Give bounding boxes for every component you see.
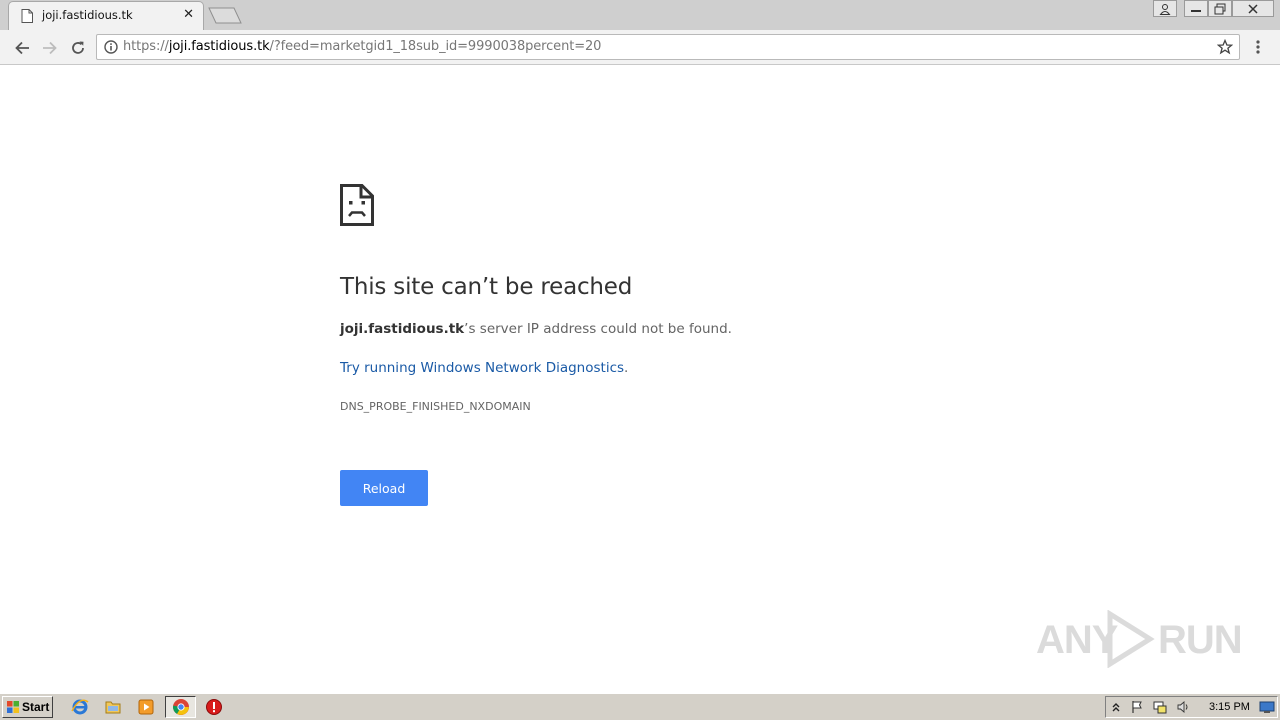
error-message-text: ’s server IP address could not be found. bbox=[464, 321, 732, 337]
diagnostics-period: . bbox=[624, 360, 629, 376]
media-player-icon[interactable] bbox=[137, 698, 155, 716]
browser-tab[interactable]: joji.fastidious.tk ✕ bbox=[8, 1, 204, 30]
forward-arrow-icon[interactable] bbox=[40, 38, 60, 58]
clock[interactable]: 3:15 PM bbox=[1209, 701, 1250, 713]
system-tray: 3:15 PM bbox=[1105, 696, 1278, 718]
watermark-logo: ANY RUN bbox=[1036, 606, 1243, 670]
error-host: joji.fastidious.tk bbox=[340, 321, 465, 337]
internet-explorer-icon[interactable] bbox=[71, 698, 89, 716]
error-message: joji.fastidious.tk’s server IP address c… bbox=[340, 321, 732, 337]
chrome-taskbar-button[interactable] bbox=[165, 696, 196, 718]
url-text[interactable]: https://joji.fastidious.tk/?feed=marketg… bbox=[123, 39, 601, 54]
error-code: DNS_PROBE_FINISHED_NXDOMAIN bbox=[340, 400, 531, 413]
reload-icon[interactable] bbox=[68, 38, 88, 58]
network-icon[interactable] bbox=[1153, 700, 1167, 714]
show-hidden-icon[interactable] bbox=[1109, 700, 1123, 714]
taskbar: Start 3:15 PM bbox=[0, 693, 1280, 720]
star-icon[interactable] bbox=[1217, 39, 1233, 55]
url-scheme: https:// bbox=[123, 39, 169, 54]
chrome-icon bbox=[172, 699, 189, 715]
back-arrow-icon[interactable] bbox=[12, 38, 32, 58]
new-tab-button[interactable] bbox=[208, 7, 242, 24]
info-icon[interactable] bbox=[104, 40, 118, 54]
url-path: /?feed=marketgid1_18sub_id=9990038percen… bbox=[269, 39, 602, 54]
url-host: joji.fastidious.tk bbox=[168, 39, 270, 54]
stop-icon[interactable] bbox=[205, 698, 223, 716]
address-bar[interactable]: https://joji.fastidious.tk/?feed=marketg… bbox=[96, 34, 1240, 60]
play-logo-icon bbox=[1107, 610, 1155, 668]
diagnostics-link[interactable]: Try running Windows Network Diagnostics bbox=[340, 360, 624, 376]
windows-logo-icon bbox=[7, 701, 19, 713]
tab-close-icon[interactable]: ✕ bbox=[183, 8, 194, 22]
restore-icon[interactable] bbox=[1208, 0, 1232, 17]
user-icon[interactable] bbox=[1153, 0, 1177, 17]
kebab-menu-icon[interactable] bbox=[1252, 38, 1264, 56]
error-title: This site can’t be reached bbox=[340, 274, 633, 300]
sad-page-icon bbox=[340, 184, 374, 226]
start-button[interactable]: Start bbox=[2, 696, 53, 718]
folder-icon[interactable] bbox=[104, 698, 122, 716]
show-desktop-icon[interactable] bbox=[1259, 700, 1275, 714]
flag-icon[interactable] bbox=[1130, 700, 1144, 714]
start-label: Start bbox=[22, 700, 50, 714]
close-icon[interactable] bbox=[1232, 0, 1274, 17]
tab-title: joji.fastidious.tk bbox=[42, 8, 133, 22]
diagnostics-link-row: Try running Windows Network Diagnostics. bbox=[340, 360, 628, 376]
browser-toolbar: https://joji.fastidious.tk/?feed=marketg… bbox=[0, 30, 1280, 65]
page-icon bbox=[21, 9, 33, 23]
browser-titlebar: joji.fastidious.tk ✕ bbox=[0, 0, 1280, 30]
minimize-icon[interactable] bbox=[1184, 0, 1208, 17]
watermark-right-text: RUN bbox=[1158, 618, 1243, 662]
reload-button[interactable]: Reload bbox=[340, 470, 428, 506]
volume-icon[interactable] bbox=[1176, 700, 1190, 714]
